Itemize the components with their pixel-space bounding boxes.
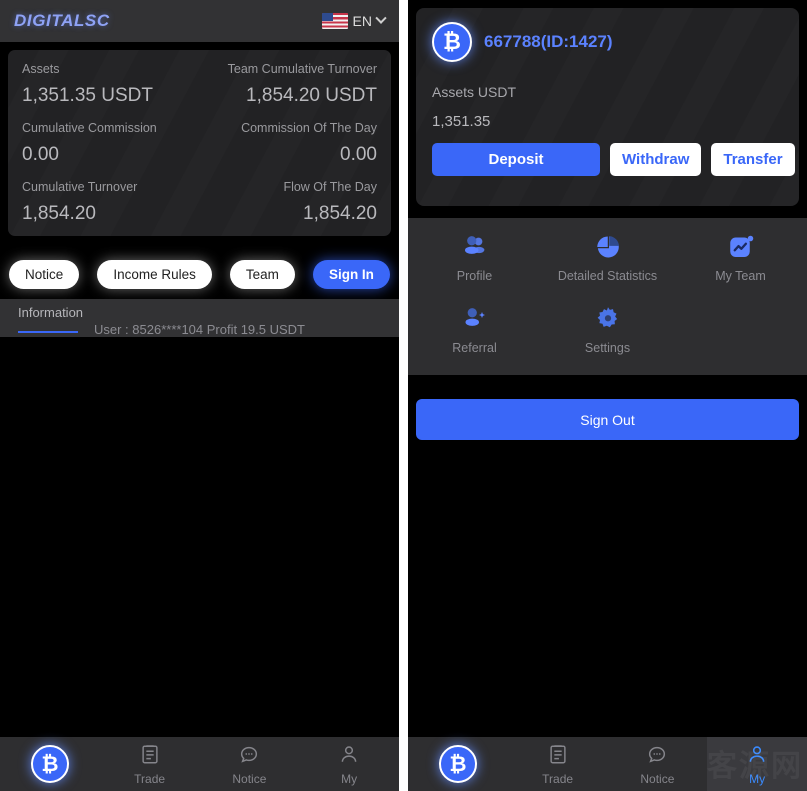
- chat-bubble-icon: [238, 743, 260, 770]
- stat-value: 1,854.20 USDT: [246, 85, 377, 106]
- nav-label: My: [341, 771, 358, 786]
- stats-row-values: 1,351.35 USDT 1,854.20 USDT: [22, 85, 377, 107]
- nav-item-notice[interactable]: Notice: [200, 737, 300, 791]
- right-bottom-nav: ₿ Trade Notice My: [408, 737, 807, 791]
- clipboard-icon: [139, 743, 161, 770]
- tab-information[interactable]: Information: [18, 305, 83, 320]
- language-label: EN: [352, 13, 372, 29]
- stat-label: Assets: [22, 62, 60, 76]
- nav-item-my[interactable]: My: [707, 737, 807, 791]
- stat-label: Flow Of The Day: [283, 180, 377, 194]
- language-selector[interactable]: EN: [321, 12, 387, 29]
- nav-item-trade[interactable]: Trade: [508, 737, 608, 791]
- menu-label: Settings: [584, 341, 631, 355]
- menu-item-detailed-statistics[interactable]: Detailed Statistics: [541, 232, 674, 304]
- sign-in-button[interactable]: Sign In: [312, 260, 390, 289]
- people-icon: [460, 232, 490, 262]
- nav-label: Notice: [232, 771, 267, 786]
- stat-value: 1,351.35 USDT: [22, 85, 153, 106]
- nav-label: Trade: [134, 771, 166, 786]
- sign-out-button[interactable]: Sign Out: [416, 399, 799, 440]
- team-button[interactable]: Team: [229, 260, 295, 289]
- menu-item-my-team[interactable]: My Team: [674, 232, 807, 304]
- account-header: ₿ 667788(ID:1427): [432, 22, 783, 62]
- left-header: DIGITALSC EN: [0, 0, 399, 42]
- nav-item-trade[interactable]: Trade: [100, 737, 200, 791]
- stat-label: Cumulative Commission: [22, 121, 157, 135]
- stats-card: Assets Team Cumulative Turnover 1,351.35…: [8, 50, 391, 236]
- person-icon: [746, 743, 768, 770]
- stats-row-values: 1,854.20 1,854.20: [22, 203, 377, 225]
- withdraw-button[interactable]: Withdraw: [610, 143, 702, 176]
- profit-ticker: User : 8526****104 Profit 19.5 USDT: [94, 322, 305, 337]
- assets-value: 1,351.35: [432, 113, 491, 130]
- notice-button[interactable]: Notice: [9, 260, 80, 289]
- stat-label: Team Cumulative Turnover: [227, 62, 377, 76]
- stat-value: 0.00: [22, 144, 59, 165]
- trend-chart-icon: [726, 232, 756, 262]
- stats-row-labels: Cumulative Commission Commission Of The …: [22, 121, 377, 135]
- panel-divider: [399, 0, 408, 791]
- assets-label: Assets USDT: [432, 84, 517, 100]
- nav-item-home[interactable]: ₿: [408, 737, 508, 791]
- right-panel: ₿ 667788(ID:1427) Assets USDT 1,351.35 D…: [408, 0, 807, 791]
- menu-label: Detailed Statistics: [557, 269, 658, 283]
- menu-grid: Profile Detailed Statistics My Team Refe…: [408, 218, 807, 375]
- person-icon: [338, 743, 360, 770]
- clipboard-icon: [547, 743, 569, 770]
- stat-value: 1,854.20: [22, 203, 96, 224]
- bitcoin-icon: ₿: [30, 745, 69, 783]
- stats-row-labels: Cumulative Turnover Flow Of The Day: [22, 180, 377, 194]
- gear-icon: [593, 304, 623, 334]
- stat-value: 1,854.20: [303, 203, 377, 224]
- us-flag-icon: [321, 13, 348, 29]
- stats-row-labels: Assets Team Cumulative Turnover: [22, 62, 377, 76]
- chevron-down-icon: [375, 12, 387, 24]
- menu-label: My Team: [715, 269, 766, 283]
- nav-label: Notice: [640, 771, 675, 786]
- nav-item-home[interactable]: ₿: [0, 737, 100, 791]
- information-bar: Information User : 8526****104 Profit 19…: [0, 299, 399, 337]
- left-bottom-nav: ₿ Trade Notice My: [0, 737, 399, 791]
- menu-label: Profile: [456, 269, 493, 283]
- chat-bubble-icon: [646, 743, 668, 770]
- menu-label: Referral: [452, 341, 497, 355]
- income-rules-button[interactable]: Income Rules: [97, 260, 212, 289]
- bitcoin-icon: ₿: [438, 745, 477, 783]
- stat-label: Cumulative Turnover: [22, 180, 138, 194]
- app-screen: DIGITALSC EN Assets Team Cumulative Turn…: [0, 0, 807, 791]
- menu-item-referral[interactable]: Referral: [408, 304, 541, 376]
- menu-item-settings[interactable]: Settings: [541, 304, 674, 376]
- action-pill-row: Notice Income Rules Team Sign In: [0, 260, 399, 289]
- transfer-button[interactable]: Transfer: [711, 143, 795, 176]
- nav-item-my[interactable]: My: [299, 737, 399, 791]
- left-panel: DIGITALSC EN Assets Team Cumulative Turn…: [0, 0, 399, 791]
- brand-logo: DIGITALSC: [14, 11, 110, 30]
- nav-label: My: [749, 771, 766, 786]
- account-actions: Deposit Withdraw Transfer: [432, 143, 795, 176]
- deposit-button[interactable]: Deposit: [432, 143, 600, 176]
- pie-chart-icon: [593, 232, 623, 262]
- nav-item-notice[interactable]: Notice: [608, 737, 708, 791]
- menu-item-profile[interactable]: Profile: [408, 232, 541, 304]
- add-person-icon: [460, 304, 490, 334]
- stat-value: 0.00: [340, 144, 377, 165]
- bitcoin-icon: ₿: [432, 22, 472, 62]
- stats-row-values: 0.00 0.00: [22, 144, 377, 166]
- stat-label: Commission Of The Day: [241, 121, 377, 135]
- account-card: ₿ 667788(ID:1427) Assets USDT 1,351.35 D…: [416, 8, 799, 206]
- account-name: 667788(ID:1427): [484, 32, 613, 51]
- nav-label: Trade: [542, 771, 574, 786]
